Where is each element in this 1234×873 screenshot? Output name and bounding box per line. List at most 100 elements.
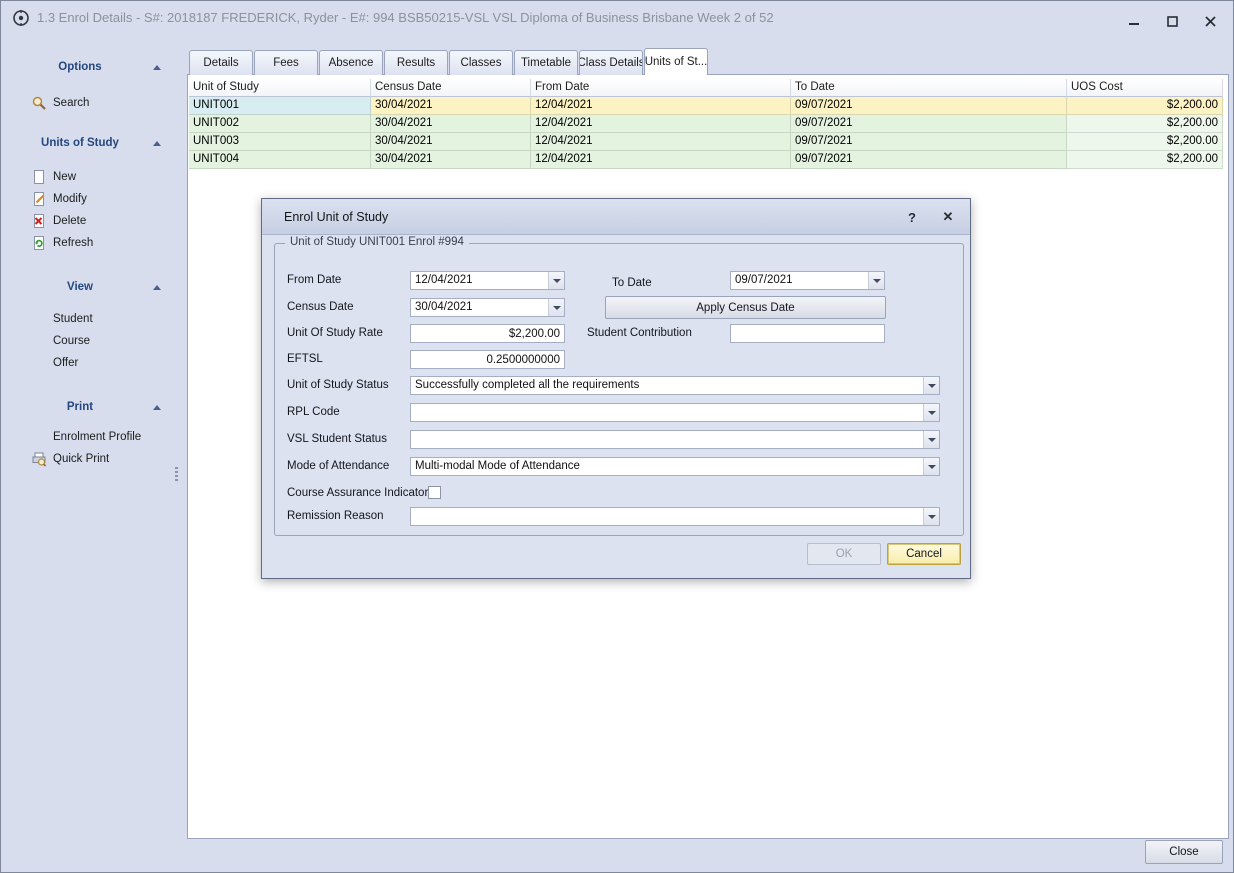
- student-contribution-input[interactable]: [730, 324, 885, 343]
- enrol-unit-of-study-dialog: Enrol Unit of Study ? ✕ Unit of Study UN…: [261, 198, 971, 579]
- cell-unit[interactable]: UNIT001: [189, 97, 371, 115]
- table-row-unit003[interactable]: UNIT003 30/04/2021 12/04/2021 09/07/2021…: [189, 133, 1223, 151]
- chevron-down-icon[interactable]: [548, 299, 564, 316]
- quick-print-icon: [31, 451, 47, 467]
- table-row-unit001[interactable]: UNIT001 30/04/2021 12/04/2021 09/07/2021…: [189, 97, 1223, 115]
- column-header-census-date[interactable]: Census Date: [371, 79, 531, 97]
- collapse-up-icon: [153, 141, 161, 146]
- sidebar-group-print[interactable]: Print: [7, 397, 165, 417]
- cell-uos-cost[interactable]: $2,200.00: [1067, 133, 1223, 151]
- cell-from-date[interactable]: 12/04/2021: [531, 97, 791, 115]
- minimize-button[interactable]: [1119, 10, 1149, 32]
- dialog-close-icon[interactable]: ✕: [936, 205, 960, 229]
- cell-uos-cost[interactable]: $2,200.00: [1067, 115, 1223, 133]
- cell-uos-cost[interactable]: $2,200.00: [1067, 151, 1223, 169]
- cancel-button[interactable]: Cancel: [887, 543, 961, 565]
- close-window-button[interactable]: [1195, 10, 1225, 32]
- sidebar-item-offer[interactable]: Offer: [31, 353, 78, 373]
- census-date-combo[interactable]: 30/04/2021: [410, 298, 565, 317]
- cell-from-date[interactable]: 12/04/2021: [531, 115, 791, 133]
- chevron-down-icon[interactable]: [923, 431, 939, 448]
- uos-rate-label: Unit Of Study Rate: [287, 324, 383, 343]
- vsl-student-status-combo[interactable]: [410, 430, 940, 449]
- cell-to-date[interactable]: 09/07/2021: [791, 133, 1067, 151]
- eftsl-input[interactable]: [410, 350, 565, 369]
- sidebar: Options Search Units of Study New: [1, 35, 187, 872]
- table-row-unit002[interactable]: UNIT002 30/04/2021 12/04/2021 09/07/2021…: [189, 115, 1223, 133]
- tab-classes[interactable]: Classes: [449, 50, 513, 75]
- tab-units-of-study[interactable]: Units of St...: [644, 48, 708, 75]
- sidebar-item-student[interactable]: Student: [31, 309, 93, 329]
- column-header-unit-of-study[interactable]: Unit of Study: [189, 79, 371, 97]
- mode-of-attendance-label: Mode of Attendance: [287, 457, 389, 476]
- sidebar-item-modify[interactable]: Modify: [31, 189, 87, 209]
- course-assurance-checkbox[interactable]: [428, 486, 441, 499]
- cell-to-date[interactable]: 09/07/2021: [791, 151, 1067, 169]
- column-header-from-date[interactable]: From Date: [531, 79, 791, 97]
- cell-census-date[interactable]: 30/04/2021: [371, 115, 531, 133]
- sidebar-item-refresh[interactable]: Refresh: [31, 233, 93, 253]
- cell-to-date[interactable]: 09/07/2021: [791, 97, 1067, 115]
- cell-unit[interactable]: UNIT002: [189, 115, 371, 133]
- cell-unit[interactable]: UNIT003: [189, 133, 371, 151]
- cell-census-date[interactable]: 30/04/2021: [371, 151, 531, 169]
- cell-from-date[interactable]: 12/04/2021: [531, 151, 791, 169]
- collapse-up-icon: [153, 285, 161, 290]
- sidebar-group-view-title: View: [7, 281, 153, 293]
- chevron-down-icon[interactable]: [923, 458, 939, 475]
- rpl-code-combo[interactable]: [410, 403, 940, 422]
- sidebar-item-enrolment-profile[interactable]: Enrolment Profile: [31, 427, 141, 447]
- uos-rate-input[interactable]: [410, 324, 565, 343]
- tab-results[interactable]: Results: [384, 50, 448, 75]
- uos-status-combo[interactable]: Successfully completed all the requireme…: [410, 376, 940, 395]
- chevron-down-icon[interactable]: [923, 404, 939, 421]
- mode-of-attendance-combo[interactable]: Multi-modal Mode of Attendance: [410, 457, 940, 476]
- ok-button[interactable]: OK: [807, 543, 881, 565]
- sidebar-group-units-title: Units of Study: [7, 137, 153, 149]
- remission-reason-value: [411, 508, 923, 525]
- sidebar-splitter-handle[interactable]: [175, 467, 178, 483]
- chevron-down-icon[interactable]: [548, 272, 564, 289]
- from-date-combo[interactable]: 12/04/2021: [410, 271, 565, 290]
- help-icon[interactable]: ?: [900, 205, 924, 229]
- table-row-unit004[interactable]: UNIT004 30/04/2021 12/04/2021 09/07/2021…: [189, 151, 1223, 169]
- sidebar-group-options[interactable]: Options: [7, 57, 165, 77]
- from-date-value: 12/04/2021: [411, 272, 548, 289]
- sidebar-item-quick-print[interactable]: Quick Print: [31, 449, 109, 469]
- close-button[interactable]: Close: [1145, 840, 1223, 864]
- column-header-uos-cost[interactable]: UOS Cost: [1067, 79, 1223, 97]
- chevron-down-icon[interactable]: [923, 508, 939, 525]
- student-contribution-label: Student Contribution: [587, 324, 692, 343]
- sidebar-group-units-of-study[interactable]: Units of Study: [7, 133, 165, 153]
- sidebar-item-course[interactable]: Course: [31, 331, 90, 351]
- cell-from-date[interactable]: 12/04/2021: [531, 133, 791, 151]
- remission-reason-combo[interactable]: [410, 507, 940, 526]
- tab-timetable[interactable]: Timetable: [514, 50, 578, 75]
- cell-census-date[interactable]: 30/04/2021: [371, 133, 531, 151]
- modify-document-icon: [31, 191, 47, 207]
- column-header-to-date[interactable]: To Date: [791, 79, 1067, 97]
- cell-unit[interactable]: UNIT004: [189, 151, 371, 169]
- to-date-combo[interactable]: 09/07/2021: [730, 271, 885, 290]
- sidebar-item-delete[interactable]: Delete: [31, 211, 86, 231]
- sidebar-item-search[interactable]: Search: [31, 93, 89, 113]
- cell-to-date[interactable]: 09/07/2021: [791, 115, 1067, 133]
- cell-uos-cost[interactable]: $2,200.00: [1067, 97, 1223, 115]
- cell-census-date[interactable]: 30/04/2021: [371, 97, 531, 115]
- sidebar-group-view[interactable]: View: [7, 277, 165, 297]
- sidebar-item-label: Refresh: [53, 237, 93, 249]
- search-icon: [31, 95, 47, 111]
- apply-census-date-button[interactable]: Apply Census Date: [605, 296, 886, 319]
- dialog-title-bar[interactable]: Enrol Unit of Study ? ✕: [262, 199, 970, 235]
- tab-absence[interactable]: Absence: [319, 50, 383, 75]
- census-date-label: Census Date: [287, 298, 353, 317]
- tab-details[interactable]: Details: [189, 50, 253, 75]
- chevron-down-icon[interactable]: [923, 377, 939, 394]
- chevron-down-icon[interactable]: [868, 272, 884, 289]
- sidebar-item-new[interactable]: New: [31, 167, 76, 187]
- maximize-button[interactable]: [1157, 10, 1187, 32]
- tab-fees[interactable]: Fees: [254, 50, 318, 75]
- sidebar-item-label: Modify: [53, 193, 87, 205]
- tab-class-details[interactable]: Class Details: [579, 50, 643, 75]
- course-assurance-label: Course Assurance Indicator: [287, 484, 428, 503]
